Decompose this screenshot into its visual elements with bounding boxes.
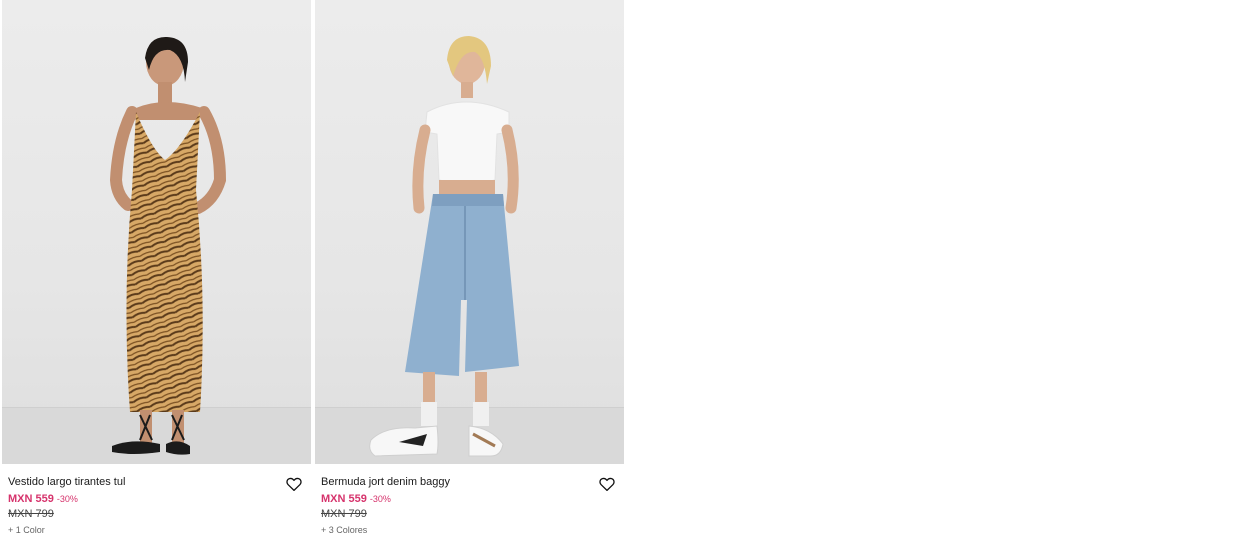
product-grid: Vestido largo tirantes tul MXN 559 -30% M… (2, 0, 624, 555)
product-name[interactable]: Bermuda jort denim baggy (321, 475, 618, 489)
price-row: MXN 559 -30% (321, 491, 618, 506)
product-info: Vestido largo tirantes tul MXN 559 -30% M… (2, 464, 311, 555)
sale-price: MXN 559 (8, 493, 54, 505)
heart-icon[interactable] (598, 475, 616, 493)
product-info: Bermuda jort denim baggy MXN 559 -30% MXN… (315, 464, 624, 555)
heart-icon[interactable] (285, 475, 303, 493)
product-name[interactable]: Vestido largo tirantes tul (8, 475, 305, 489)
product-card[interactable]: Bermuda jort denim baggy MXN 559 -30% MXN… (315, 0, 624, 555)
original-price: MXN 799 (8, 508, 54, 520)
discount-badge: -30% (369, 494, 391, 504)
product-card[interactable]: Vestido largo tirantes tul MXN 559 -30% M… (2, 0, 311, 555)
product-image[interactable] (315, 0, 624, 464)
color-count[interactable]: + 3 Colores (321, 523, 618, 537)
original-price: MXN 799 (321, 508, 367, 520)
model-illustration (369, 36, 519, 457)
product-image[interactable] (2, 0, 311, 464)
discount-badge: -30% (56, 494, 78, 504)
model-illustration (109, 36, 227, 455)
color-count[interactable]: + 1 Color (8, 523, 305, 537)
price-row: MXN 559 -30% (8, 491, 305, 506)
sale-price: MXN 559 (321, 493, 367, 505)
